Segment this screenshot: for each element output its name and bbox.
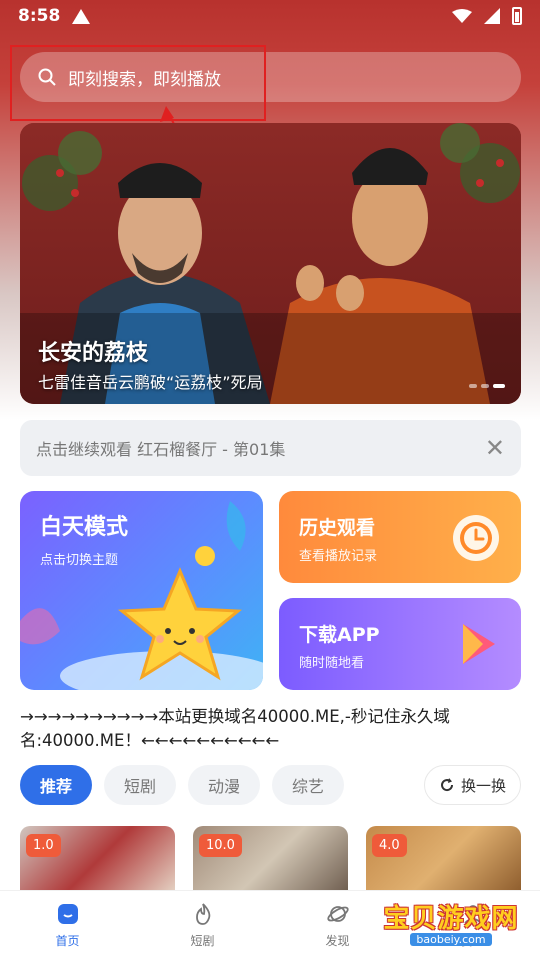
play-logo-icon	[463, 624, 495, 664]
download-app-card[interactable]: 下载APP 随时随地看	[279, 598, 521, 690]
nav-short-drama-label: 短剧	[190, 934, 215, 948]
bottom-navigation: 首页 短剧 发现 我的	[0, 890, 540, 960]
nav-mine[interactable]: 我的	[405, 891, 540, 960]
carousel-dot	[469, 384, 477, 388]
video-card[interactable]: 10.0	[193, 826, 348, 896]
domain-notice: →→→→→→→→→→本站更换域名40000.ME,-秒记住永久域名:40000.…	[20, 707, 450, 750]
close-icon[interactable]: ✕	[485, 436, 505, 460]
tab-anime[interactable]: 动漫	[188, 765, 261, 805]
history-subtitle: 查看播放记录	[299, 549, 378, 564]
score-badge: 10.0	[199, 834, 242, 857]
tab-short-drama[interactable]: 短剧	[104, 765, 177, 805]
search-placeholder: 即刻搜索，即刻播放	[68, 69, 221, 90]
nav-short-drama[interactable]: 短剧	[135, 891, 270, 960]
planet-icon	[326, 906, 349, 922]
day-mode-title: 白天模式	[40, 515, 129, 540]
battery-icon	[512, 7, 522, 25]
download-title: 下载APP	[299, 624, 380, 646]
signal-icon	[484, 8, 500, 24]
warning-icon	[72, 8, 91, 24]
status-icons	[452, 7, 522, 25]
refresh-label: 换一换	[460, 776, 506, 795]
carousel-dot	[481, 384, 489, 388]
nav-discover-label: 发现	[325, 934, 350, 948]
home-icon	[57, 904, 78, 924]
download-subtitle: 随时随地看	[299, 656, 365, 671]
banner-title: 长安的荔枝	[38, 341, 149, 366]
search-icon	[38, 68, 56, 86]
continue-watching-text: 点击继续观看 红石榴餐厅 - 第01集	[36, 440, 286, 459]
nav-discover[interactable]: 发现	[270, 891, 405, 960]
category-tabs: 推荐 短剧 动漫 综艺 换一换	[20, 765, 521, 805]
score-badge: 1.0	[26, 834, 61, 857]
tab-recommend[interactable]: 推荐	[20, 765, 93, 805]
status-bar: 8:58	[0, 0, 540, 32]
day-mode-card[interactable]: 白天模式 点击切换主题	[20, 491, 263, 690]
refresh-icon	[441, 778, 453, 792]
nav-home[interactable]: 首页	[0, 891, 135, 960]
continue-watching-bar[interactable]: 点击继续观看 红石榴餐厅 - 第01集 ✕	[20, 420, 521, 476]
search-input[interactable]: 即刻搜索，即刻播放	[20, 52, 521, 102]
clock-icon	[453, 515, 499, 561]
banner-subtitle: 七雷佳音岳云鹏破“运荔枝”死局	[38, 373, 263, 392]
tab-variety[interactable]: 综艺	[272, 765, 345, 805]
carousel-dot-active	[493, 384, 505, 388]
nav-home-label: 首页	[55, 934, 80, 948]
refresh-button[interactable]: 换一换	[423, 765, 521, 805]
carousel-indicator	[469, 384, 505, 388]
user-icon	[463, 905, 482, 924]
status-time: 8:58	[18, 6, 61, 26]
day-mode-subtitle: 点击切换主题	[40, 553, 119, 568]
score-badge: 4.0	[372, 834, 407, 857]
flame-icon	[195, 903, 210, 925]
history-card[interactable]: 历史观看 查看播放记录	[279, 491, 521, 583]
nav-mine-label: 我的	[460, 934, 485, 948]
wifi-icon	[452, 9, 472, 23]
video-card[interactable]: 1.0	[20, 826, 175, 896]
history-title: 历史观看	[299, 517, 376, 539]
banner-carousel[interactable]: 长安的荔枝 七雷佳音岳云鹏破“运荔枝”死局	[20, 123, 521, 404]
video-card[interactable]: 4.0	[366, 826, 521, 896]
